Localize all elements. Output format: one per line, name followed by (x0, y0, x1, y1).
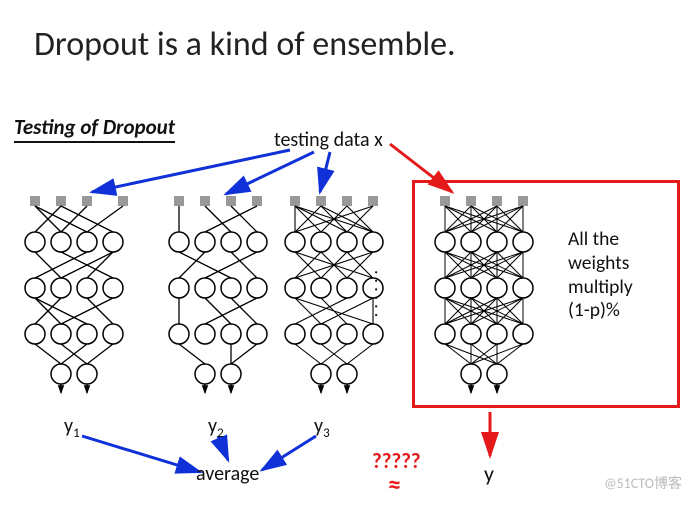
average-label: average (196, 462, 259, 486)
subnet-2 (162, 196, 282, 394)
note-line-1: All the (568, 227, 619, 251)
watermark: @51CTO博客 (604, 473, 682, 493)
note-line-3: multiply (568, 275, 633, 299)
approx-symbol: ≈ (388, 468, 401, 500)
note-line-2: weights (568, 251, 629, 275)
weight-scaling-note: All the weights multiply (1-p)% (568, 228, 688, 323)
note-line-4: (1-p)% (568, 298, 620, 322)
ellipsis: ...... (370, 270, 392, 321)
output-y1: y1 (64, 414, 80, 441)
output-y2: y2 (208, 414, 224, 441)
full-network (428, 196, 548, 394)
output-y3: y3 (314, 414, 330, 441)
subnet-1 (18, 196, 138, 394)
output-y-full: y (484, 460, 494, 487)
